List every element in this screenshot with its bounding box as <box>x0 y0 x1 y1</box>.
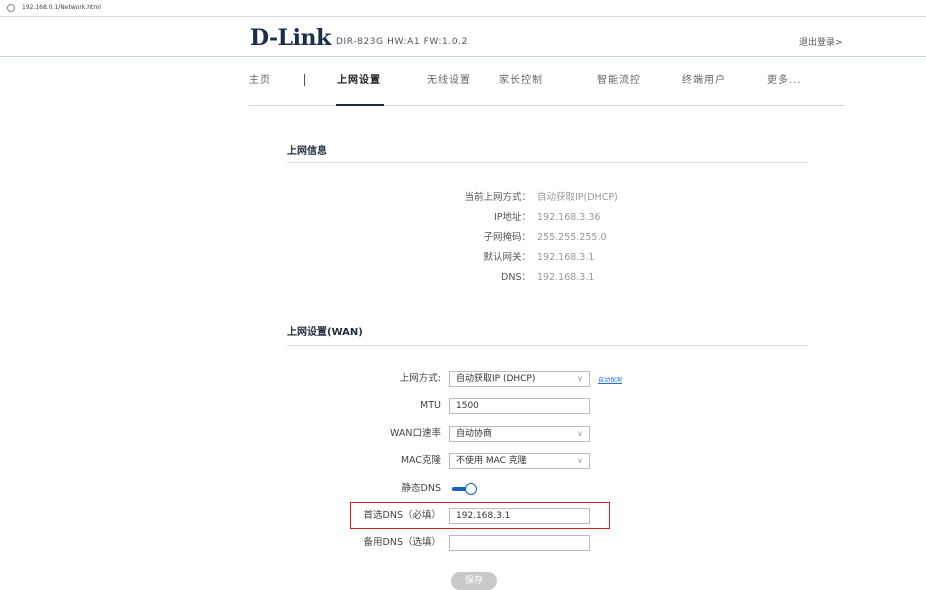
section-divider <box>287 162 808 163</box>
nav-separator <box>304 74 305 86</box>
info-label-dns: DNS： <box>501 272 531 283</box>
auto-detect-link[interactable]: 自动探测 <box>598 377 622 385</box>
mac-clone-select[interactable]: 不使用 MAC 克隆 ∨ <box>449 453 590 469</box>
primary-dns-input[interactable]: 192.168.3.1 <box>449 508 590 524</box>
connection-type-select[interactable]: 自动获取IP (DHCP) ∨ <box>449 371 590 387</box>
info-label-ip: IP地址： <box>493 212 531 223</box>
connection-type-label: 上网方式: <box>399 373 441 384</box>
info-label-mask: 子网掩码： <box>483 232 531 243</box>
static-dns-label: 静态DNS <box>401 483 441 494</box>
primary-dns-value: 192.168.3.1 <box>456 511 511 521</box>
info-value-mask: 255.255.255.0 <box>537 232 607 243</box>
chevron-down-icon: ∨ <box>577 429 583 438</box>
save-button[interactable]: 保存 <box>451 572 497 590</box>
info-icon[interactable] <box>7 4 15 12</box>
internet-info-title: 上网信息 <box>287 146 327 157</box>
info-value-ip: 192.168.3.36 <box>537 212 601 223</box>
info-label-mode: 当前上网方式： <box>464 192 531 203</box>
nav-item-parental[interactable]: 家长控制 <box>499 74 543 87</box>
secondary-dns-input[interactable] <box>449 535 590 551</box>
chevron-down-icon: ∨ <box>577 456 583 465</box>
mac-clone-label: MAC克隆 <box>400 455 441 466</box>
nav-item-internet[interactable]: 上网设置 <box>337 74 381 87</box>
nav-item-wireless[interactable]: 无线设置 <box>427 74 471 87</box>
info-value-mode: 自动获取IP(DHCP) <box>537 192 618 203</box>
section-divider <box>287 345 808 346</box>
mac-clone-value: 不使用 MAC 克隆 <box>456 456 527 466</box>
main-nav: 主页 上网设置 无线设置 家长控制 智能流控 终端用户 更多... <box>249 57 845 106</box>
secondary-dns-label: 备用DNS（选填） <box>363 537 441 548</box>
dlink-logo: D-Link <box>250 25 331 51</box>
logout-link[interactable]: 退出登录> <box>799 38 843 49</box>
wan-speed-label: WAN口速率 <box>390 428 441 439</box>
wan-speed-select[interactable]: 自动协商 ∨ <box>449 426 590 442</box>
nav-item-more[interactable]: 更多... <box>767 74 802 87</box>
toggle-knob <box>465 483 477 495</box>
nav-item-home[interactable]: 主页 <box>249 74 271 87</box>
wan-settings-title: 上网设置(WAN) <box>287 327 363 338</box>
connection-type-value: 自动获取IP (DHCP) <box>456 374 536 384</box>
info-value-gateway: 192.168.3.1 <box>537 252 595 263</box>
primary-dns-label: 首选DNS（必填） <box>363 510 441 521</box>
mtu-value: 1500 <box>456 401 479 411</box>
header: D-Link DIR-823G HW:A1 FW:1.0.2 退出登录> <box>0 17 926 57</box>
chevron-down-icon: ∨ <box>577 374 583 383</box>
info-label-gateway: 默认网关： <box>483 252 531 263</box>
mtu-input[interactable]: 1500 <box>449 398 590 414</box>
nav-item-qos[interactable]: 智能流控 <box>597 74 641 87</box>
static-dns-toggle[interactable] <box>452 483 478 495</box>
model-info: DIR-823G HW:A1 FW:1.0.2 <box>336 37 468 47</box>
mtu-label: MTU <box>420 400 441 411</box>
info-value-dns: 192.168.3.1 <box>537 272 595 283</box>
nav-active-indicator <box>336 104 384 106</box>
nav-item-clients[interactable]: 终端用户 <box>682 74 726 87</box>
wan-speed-value: 自动协商 <box>456 429 493 439</box>
address-url[interactable]: 192.168.0.1/Network.html <box>22 3 101 12</box>
address-bar[interactable]: 192.168.0.1/Network.html <box>0 0 926 17</box>
